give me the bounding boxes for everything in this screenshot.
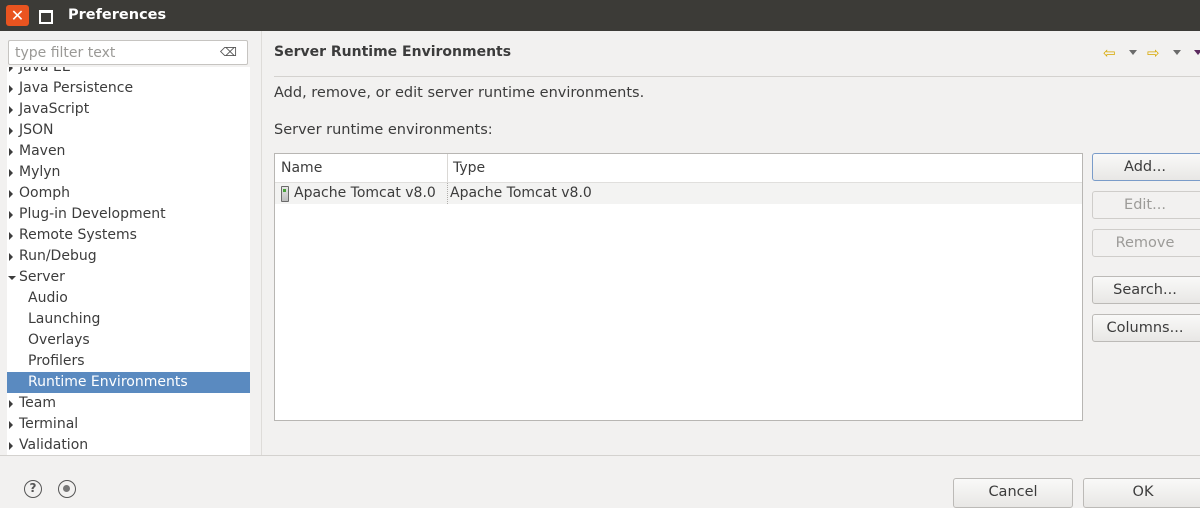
server-icon bbox=[281, 186, 289, 202]
tree-item-audio[interactable]: Audio bbox=[7, 288, 250, 309]
collapsed-arrow-icon[interactable] bbox=[9, 253, 13, 261]
pane-splitter[interactable] bbox=[261, 31, 262, 455]
tree-item-team[interactable]: Team bbox=[7, 393, 250, 414]
forward-menu-chevron-down-icon[interactable] bbox=[1173, 50, 1181, 55]
collapsed-arrow-icon[interactable] bbox=[9, 85, 13, 93]
maximize-button[interactable] bbox=[34, 5, 57, 26]
tree-item-json[interactable]: JSON bbox=[7, 120, 250, 141]
tree-item-java-persistence[interactable]: Java Persistence bbox=[7, 78, 250, 99]
tree-item-label: Audio bbox=[28, 290, 68, 306]
preference-tree: Java EE Java Persistence JavaScript JSON Mav… bbox=[7, 67, 250, 455]
tree-item-label: JavaScript bbox=[19, 101, 90, 117]
collapsed-arrow-icon[interactable] bbox=[9, 232, 13, 240]
add-button[interactable]: Add... bbox=[1092, 153, 1200, 181]
remove-button[interactable]: Remove bbox=[1092, 229, 1200, 257]
collapsed-arrow-icon[interactable] bbox=[9, 190, 13, 198]
edit-button[interactable]: Edit... bbox=[1092, 191, 1200, 219]
tree-item-label: Launching bbox=[28, 311, 101, 327]
close-button[interactable]: ✕ bbox=[6, 5, 29, 26]
tree-item-label: Terminal bbox=[19, 416, 79, 432]
collapsed-arrow-icon[interactable] bbox=[9, 400, 13, 408]
tree-item-label: Validation bbox=[19, 437, 89, 453]
table-row[interactable]: Apache Tomcat v8.0 Apache Tomcat v8.0 bbox=[275, 183, 1082, 204]
column-header-name[interactable]: Name bbox=[281, 160, 322, 176]
collapsed-arrow-icon[interactable] bbox=[9, 211, 13, 219]
collapsed-arrow-icon[interactable] bbox=[9, 148, 13, 156]
collapsed-arrow-icon[interactable] bbox=[9, 442, 13, 450]
tree-item-label: JSON bbox=[19, 122, 54, 138]
tree-item-label: Profilers bbox=[28, 353, 85, 369]
history-nav: ⇦ ⇨ bbox=[1100, 44, 1200, 64]
filter-placeholder: type filter text bbox=[15, 45, 116, 61]
tree-item-oomph[interactable]: Oomph bbox=[7, 183, 250, 204]
tree-item-label: Team bbox=[19, 395, 57, 411]
tree-item-label: Oomph bbox=[19, 185, 70, 201]
page-title: Server Runtime Environments bbox=[274, 44, 512, 60]
collapsed-arrow-icon[interactable] bbox=[9, 169, 13, 177]
view-menu-chevron-down-icon[interactable] bbox=[1194, 50, 1200, 55]
column-divider[interactable] bbox=[447, 154, 448, 182]
runtime-list-label: Server runtime environments: bbox=[274, 122, 493, 138]
help-icon[interactable]: ? bbox=[24, 480, 42, 498]
tree-item-overlays[interactable]: Overlays bbox=[7, 330, 250, 351]
column-header-type[interactable]: Type bbox=[453, 160, 485, 176]
tree-item-label: Server bbox=[19, 269, 65, 285]
ok-button[interactable]: OK bbox=[1083, 478, 1200, 508]
tree-item-label: Runtime Environments bbox=[28, 374, 188, 390]
back-arrow-icon[interactable]: ⇦ bbox=[1103, 44, 1116, 62]
tree-item-validation[interactable]: Validation bbox=[7, 435, 250, 455]
filter-input[interactable]: type filter text ⌫ bbox=[8, 40, 248, 65]
maximize-icon bbox=[39, 10, 53, 24]
tree-item-runtime-environments[interactable]: Runtime Environments bbox=[7, 372, 250, 393]
tree-item-terminal[interactable]: Terminal bbox=[7, 414, 250, 435]
tree-item-label: Java Persistence bbox=[19, 80, 134, 96]
runtime-name-cell: Apache Tomcat v8.0 bbox=[294, 185, 436, 201]
runtime-type-cell: Apache Tomcat v8.0 bbox=[450, 185, 592, 201]
window-title: Preferences bbox=[68, 7, 167, 23]
tree-item-label: Java EE bbox=[19, 67, 71, 75]
title-bar: ✕ Preferences bbox=[0, 0, 1200, 31]
record-macro-icon[interactable] bbox=[58, 480, 76, 498]
record-dot bbox=[63, 485, 70, 492]
collapsed-arrow-icon[interactable] bbox=[9, 67, 13, 72]
runtime-environments-table: Name Type Apache Tomcat v8.0 Apache Tomc… bbox=[274, 153, 1083, 421]
search-button[interactable]: Search... bbox=[1092, 276, 1200, 304]
tree-item-launching[interactable]: Launching bbox=[7, 309, 250, 330]
tree-item-javascript[interactable]: JavaScript bbox=[7, 99, 250, 120]
tree-item-label: Mylyn bbox=[19, 164, 61, 180]
tree-item-label: Run/Debug bbox=[19, 248, 97, 264]
header-divider bbox=[274, 76, 1200, 77]
columns-button[interactable]: Columns... bbox=[1092, 314, 1200, 342]
tree-item-maven[interactable]: Maven bbox=[7, 141, 250, 162]
back-menu-chevron-down-icon[interactable] bbox=[1129, 50, 1137, 55]
page-description: Add, remove, or edit server runtime envi… bbox=[274, 85, 645, 101]
tree-item-plug-in-development[interactable]: Plug-in Development bbox=[7, 204, 250, 225]
cancel-button[interactable]: Cancel bbox=[953, 478, 1073, 508]
collapsed-arrow-icon[interactable] bbox=[9, 421, 13, 429]
forward-arrow-icon[interactable]: ⇨ bbox=[1147, 44, 1160, 62]
tree-item-label: Overlays bbox=[28, 332, 90, 348]
tree-item-java-ee[interactable]: Java EE bbox=[7, 67, 250, 78]
expanded-arrow-icon[interactable] bbox=[8, 276, 16, 280]
preferences-nav-pane: type filter text ⌫ Java EE Java Persisten… bbox=[0, 31, 262, 455]
tree-item-profilers[interactable]: Profilers bbox=[7, 351, 250, 372]
tree-item-label: Plug-in Development bbox=[19, 206, 166, 222]
table-header: Name Type bbox=[275, 154, 1082, 183]
footer-divider bbox=[0, 455, 1200, 456]
tree-item-server[interactable]: Server bbox=[7, 267, 250, 288]
tree-item-label: Maven bbox=[19, 143, 66, 159]
cell-divider bbox=[447, 183, 448, 204]
collapsed-arrow-icon[interactable] bbox=[9, 106, 13, 114]
tree-item-remote-systems[interactable]: Remote Systems bbox=[7, 225, 250, 246]
tree-item-run-debug[interactable]: Run/Debug bbox=[7, 246, 250, 267]
tree-item-mylyn[interactable]: Mylyn bbox=[7, 162, 250, 183]
tree-item-label: Remote Systems bbox=[19, 227, 137, 243]
collapsed-arrow-icon[interactable] bbox=[9, 127, 13, 135]
clear-filter-icon[interactable]: ⌫ bbox=[220, 45, 237, 59]
